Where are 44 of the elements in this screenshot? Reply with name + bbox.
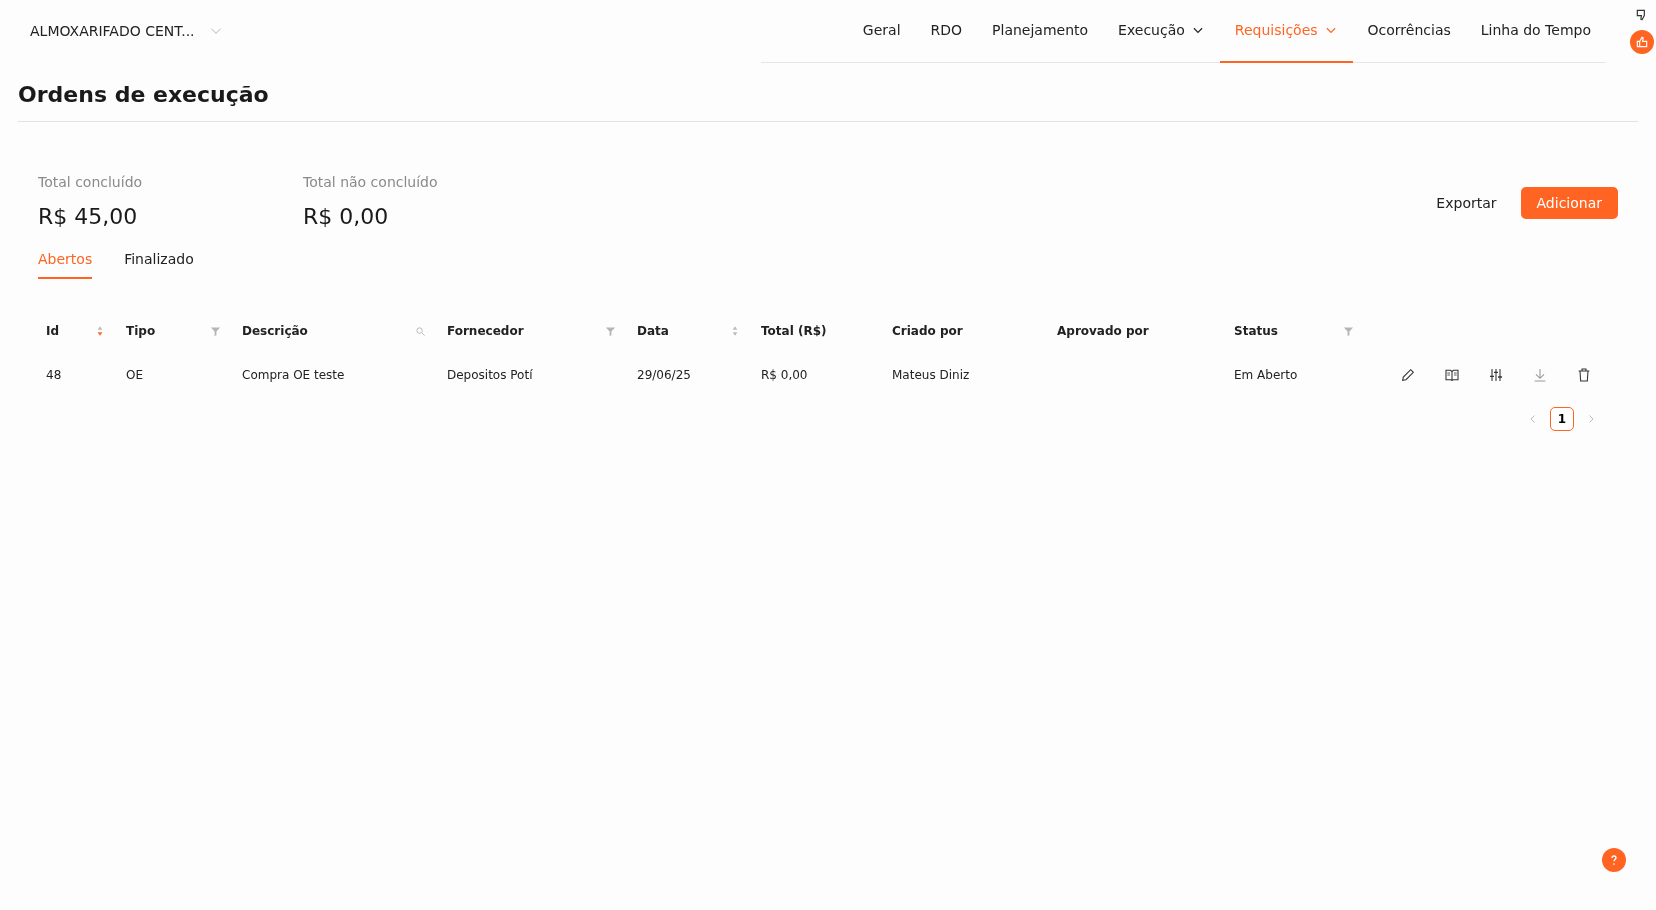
nav-tab[interactable]: Linha do Tempo xyxy=(1465,0,1606,63)
column-header: Descrição xyxy=(242,324,309,338)
column-header: Aprovado por xyxy=(1057,324,1150,338)
table-cell: 48 xyxy=(46,368,62,382)
filter-icon xyxy=(1343,325,1354,337)
filter-icon xyxy=(210,325,221,337)
help-button[interactable] xyxy=(1602,848,1626,872)
thumbs-up-button[interactable] xyxy=(1630,30,1654,54)
table-cell: 29/06/25 xyxy=(637,368,691,382)
total-value: R$ 0,00 xyxy=(303,204,389,229)
column-header: Data xyxy=(637,324,670,338)
column-header: Status xyxy=(1234,324,1279,338)
column-header: Fornecedor xyxy=(447,324,525,338)
nav-tab[interactable]: Planejamento xyxy=(977,0,1104,63)
nav-tab[interactable]: Execução xyxy=(1103,0,1220,63)
column-header: Total (R$) xyxy=(761,324,828,338)
search-icon xyxy=(415,325,426,337)
download-icon xyxy=(1532,367,1548,383)
nav-tab[interactable]: RDO xyxy=(915,0,978,63)
table-cell: Mateus Diniz xyxy=(892,368,970,382)
trash-icon xyxy=(1576,367,1592,383)
table-cell: Compra OE teste xyxy=(242,368,345,382)
column-header: Criado por xyxy=(892,324,964,338)
total-value: R$ 45,00 xyxy=(38,204,138,229)
nav-tab[interactable]: Geral xyxy=(847,0,916,63)
nav-tab[interactable]: Ocorrências xyxy=(1352,0,1466,63)
filter-icon xyxy=(605,325,616,337)
edit-pencil-icon xyxy=(1400,367,1416,383)
table-cell: OE xyxy=(126,368,144,382)
page-title: Ordens de execução xyxy=(18,82,269,107)
project-selector[interactable]: ALMOXARIFADO CENT... xyxy=(30,23,223,39)
table-cell: R$ 0,00 xyxy=(761,368,808,382)
status-tab[interactable]: Finalizado xyxy=(124,251,194,279)
column-header: Tipo xyxy=(126,324,157,338)
page-button[interactable]: 1 xyxy=(1550,407,1574,431)
export-button[interactable]: Exportar xyxy=(1424,187,1509,219)
table-cell: Depositos Potí xyxy=(447,368,533,382)
table-cell: Em Aberto xyxy=(1234,368,1298,382)
thumbs-up-icon xyxy=(1635,35,1649,49)
column-header: Id xyxy=(46,324,61,338)
total-label: Total concluído xyxy=(38,174,143,190)
total-label: Total não concluído xyxy=(303,174,438,190)
open-book-icon xyxy=(1444,367,1460,383)
sliders-icon xyxy=(1488,367,1504,383)
